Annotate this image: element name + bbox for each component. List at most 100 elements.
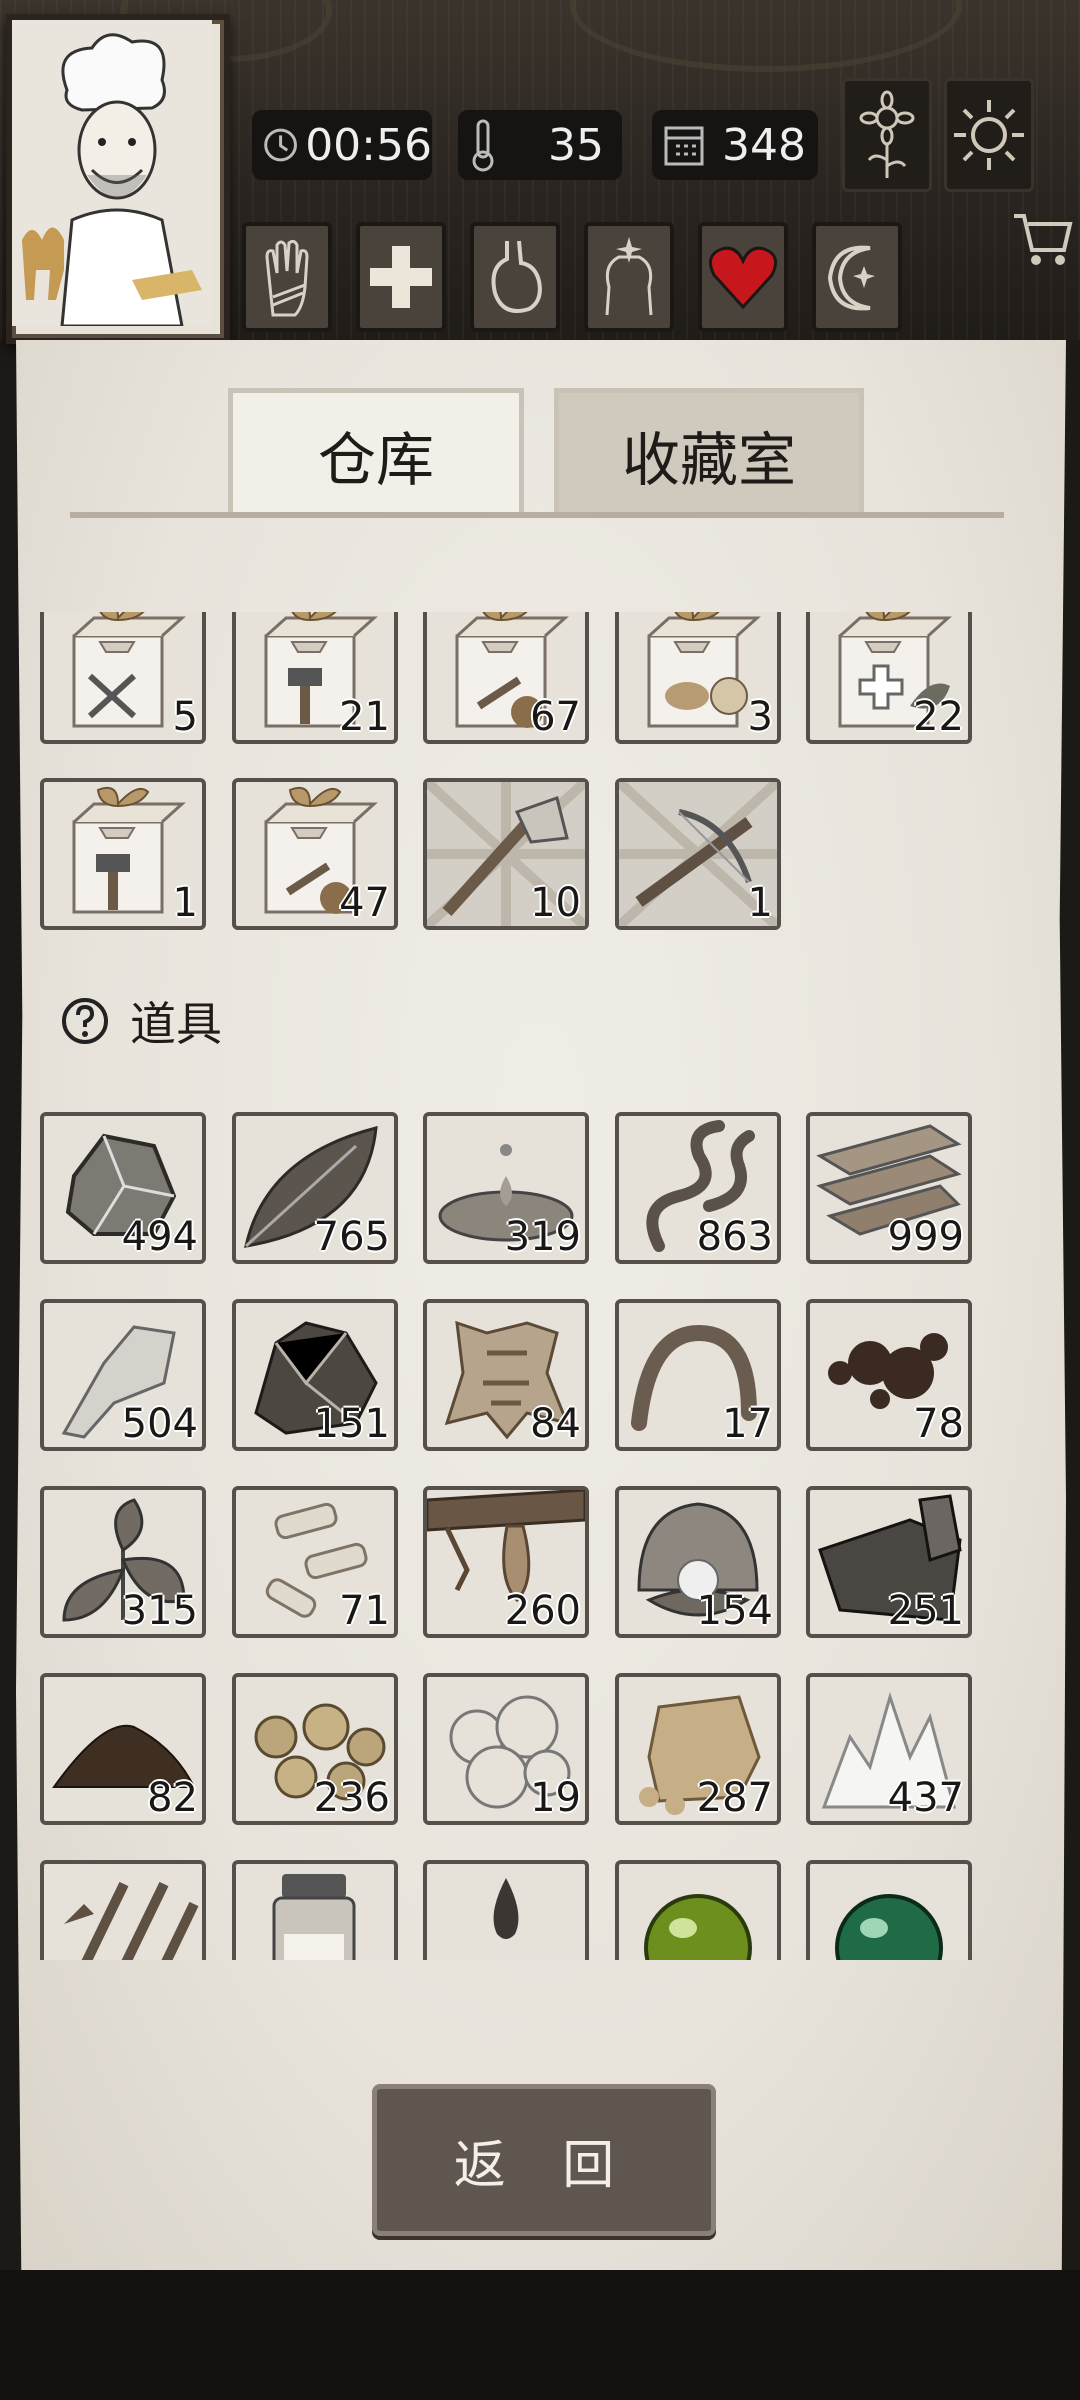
- cross-icon: [370, 246, 432, 308]
- heart-icon: [708, 246, 778, 309]
- hand-icon: [265, 239, 309, 317]
- prop-item-slot[interactable]: 504: [40, 1299, 206, 1451]
- item-count: 154: [696, 1588, 773, 1634]
- item-count: 67: [530, 694, 581, 740]
- drop-icon: [493, 1878, 519, 1939]
- prop-item-slot[interactable]: [40, 1860, 206, 1960]
- prop-item-slot[interactable]: 78: [806, 1299, 972, 1451]
- item-count: 319: [504, 1214, 581, 1260]
- green-orb-icon: [644, 1894, 752, 1960]
- item-count: 504: [121, 1401, 198, 1447]
- chef-avatar-icon: [12, 20, 212, 328]
- spear-bundle-icon: [64, 1881, 199, 1960]
- prop-item-slot[interactable]: 17: [615, 1299, 781, 1451]
- prop-item-slot[interactable]: 765: [232, 1112, 398, 1264]
- bottom-frame: [0, 2270, 1080, 2400]
- prop-item-slot[interactable]: 287: [615, 1673, 781, 1825]
- item-count: 1: [747, 880, 773, 926]
- item-count: 47: [339, 880, 390, 926]
- item-count: 71: [339, 1588, 390, 1634]
- crate-item-slot[interactable]: 67: [423, 612, 589, 744]
- clock-icon: [264, 128, 297, 162]
- item-count: 22: [913, 694, 964, 740]
- temperature-display: 35: [458, 110, 622, 180]
- mind-button[interactable]: [584, 222, 674, 332]
- head-sparkle-icon: [605, 237, 653, 316]
- return-label: 返 回: [453, 2135, 635, 2196]
- emerald-orb-icon: [835, 1894, 943, 1960]
- prop-item-slot[interactable]: 82: [40, 1673, 206, 1825]
- stomach-button[interactable]: [470, 222, 560, 332]
- item-count: 765: [313, 1214, 390, 1260]
- item-count: 437: [887, 1775, 964, 1821]
- crate-item-slot[interactable]: 5: [40, 612, 206, 744]
- item-count: 17: [722, 1401, 773, 1447]
- crate-item-slot[interactable]: 22: [806, 612, 972, 744]
- days-value: 348: [722, 119, 806, 171]
- item-count: 494: [121, 1214, 198, 1260]
- crate-item-slot[interactable]: 1: [615, 778, 781, 930]
- prop-item-slot[interactable]: 494: [40, 1112, 206, 1264]
- calendar-icon: [664, 126, 704, 166]
- prop-item-slot[interactable]: 19: [423, 1673, 589, 1825]
- medicine-bottle-icon: [272, 1874, 356, 1960]
- sleep-button[interactable]: [812, 222, 902, 332]
- item-count: 287: [696, 1775, 773, 1821]
- player-portrait[interactable]: [6, 14, 230, 344]
- prop-item-slot[interactable]: 999: [806, 1112, 972, 1264]
- tab-collection-room[interactable]: 收藏室: [554, 388, 864, 517]
- prop-item-slot[interactable]: 863: [615, 1112, 781, 1264]
- prop-item-slot[interactable]: 319: [423, 1112, 589, 1264]
- item-count: 21: [339, 694, 390, 740]
- question-mark-icon[interactable]: [60, 996, 110, 1046]
- crate-item-slot[interactable]: 10: [423, 778, 589, 930]
- health-button[interactable]: [356, 222, 446, 332]
- prop-item-slot[interactable]: 236: [232, 1673, 398, 1825]
- prop-item-slot[interactable]: 251: [806, 1486, 972, 1638]
- thermometer-icon: [472, 119, 494, 172]
- crate-item-slot[interactable]: 3: [615, 612, 781, 744]
- item-count: 236: [313, 1775, 390, 1821]
- item-count: 5: [172, 694, 198, 740]
- return-button[interactable]: 返 回: [372, 2084, 716, 2236]
- item-grid[interactable]: 5 21 67 3 22 1 47 10 1 494 765 319 863 999 504 15…: [40, 612, 1040, 1960]
- prop-item-slot[interactable]: 71: [232, 1486, 398, 1638]
- time-value: 00:56: [305, 119, 432, 171]
- item-count: 251: [887, 1588, 964, 1634]
- prop-item-slot[interactable]: [423, 1860, 589, 1960]
- tab-collection-label: 收藏室: [621, 426, 796, 494]
- item-count: 78: [913, 1401, 964, 1447]
- moon-star-icon: [827, 245, 875, 311]
- prop-item-slot[interactable]: 260: [423, 1486, 589, 1638]
- item-count: 10: [530, 880, 581, 926]
- shop-cart-button[interactable]: [1010, 210, 1074, 274]
- prop-item-slot[interactable]: 151: [232, 1299, 398, 1451]
- prop-item-slot[interactable]: 84: [423, 1299, 589, 1451]
- tab-warehouse-label: 仓库: [317, 426, 434, 494]
- item-count: 863: [696, 1214, 773, 1260]
- stomach-icon: [491, 240, 542, 313]
- prop-item-slot[interactable]: 315: [40, 1486, 206, 1638]
- item-count: 999: [887, 1214, 964, 1260]
- prop-item-slot[interactable]: 437: [806, 1673, 972, 1825]
- hand-button[interactable]: [242, 222, 332, 332]
- item-count: 260: [504, 1588, 581, 1634]
- item-count: 1: [172, 880, 198, 926]
- prop-item-slot[interactable]: [232, 1860, 398, 1960]
- item-count: 3: [747, 694, 773, 740]
- crate-item-slot[interactable]: 1: [40, 778, 206, 930]
- heart-button[interactable]: [698, 222, 788, 332]
- weather-sun-button[interactable]: [944, 78, 1034, 192]
- day-counter: 348: [652, 110, 818, 180]
- sunflower-button[interactable]: [842, 78, 932, 192]
- prop-item-slot[interactable]: [806, 1860, 972, 1960]
- prop-item-slot[interactable]: 154: [615, 1486, 781, 1638]
- item-count: 84: [530, 1401, 581, 1447]
- crate-item-slot[interactable]: 21: [232, 612, 398, 744]
- section-title: 道具: [130, 997, 222, 1051]
- tab-warehouse[interactable]: 仓库: [228, 388, 524, 517]
- prop-item-slot[interactable]: [615, 1860, 781, 1960]
- item-count: 151: [313, 1401, 390, 1447]
- clock-display: 00:56: [252, 110, 432, 180]
- crate-item-slot[interactable]: 47: [232, 778, 398, 930]
